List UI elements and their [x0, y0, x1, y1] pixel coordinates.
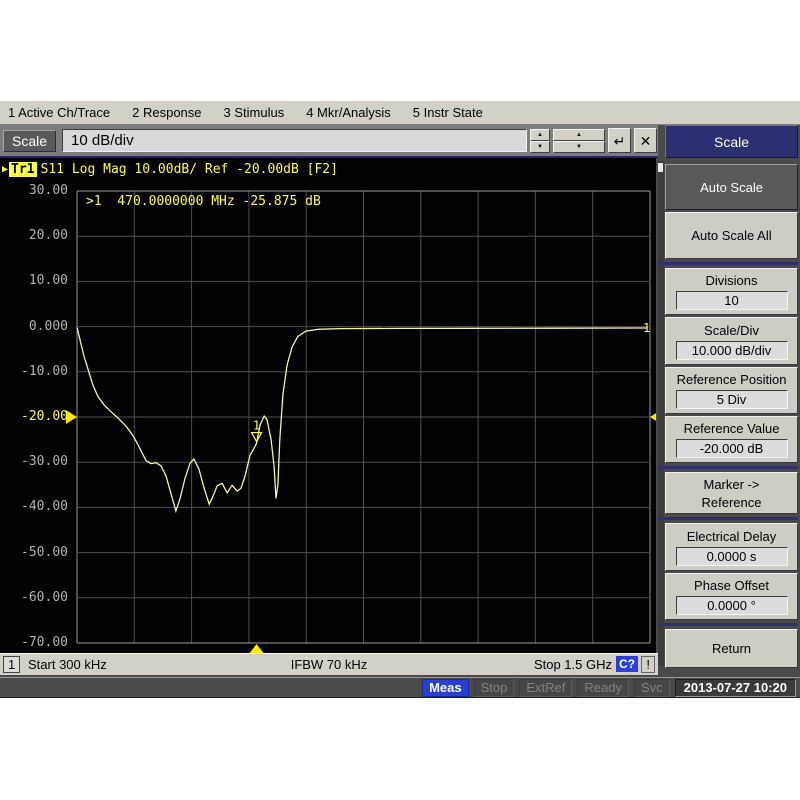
menu-response[interactable]: 2 Response	[132, 105, 201, 120]
menu-mkr-analysis[interactable]: 4 Mkr/Analysis	[306, 105, 391, 120]
softkey-menu-title: Scale	[665, 125, 798, 158]
softkey-marker-to-reference-line1: Marker ->	[703, 476, 760, 492]
softkey-electrical-delay-value: 0.0000 s	[675, 546, 788, 566]
softkey-scroll-thumb[interactable]	[658, 163, 663, 172]
menu-stimulus[interactable]: 3 Stimulus	[224, 105, 285, 120]
status-meas: Meas	[422, 678, 469, 697]
softkey-return[interactable]: Return	[665, 629, 798, 668]
trace-info-line: ▶ Tr1 S11 Log Mag 10.00dB/ Ref -20.00dB …	[2, 162, 338, 177]
graph-area: 11 ▶ Tr1 S11 Log Mag 10.00dB/ Ref -20.00…	[0, 158, 656, 653]
softkey-phase-offset-label: Phase Offset	[694, 578, 769, 593]
softkey-phase-offset[interactable]: Phase Offset 0.0000 °	[665, 573, 798, 620]
y-axis-tick-label: 10.00	[28, 273, 68, 289]
menu-instr-state[interactable]: 5 Instr State	[413, 105, 483, 120]
s11-trace	[76, 327, 648, 514]
stop-frequency-label: Stop 1.5 GHz	[533, 657, 612, 672]
softkey-reference-value-label: Reference Value	[683, 421, 780, 436]
softkey-separator	[658, 517, 798, 520]
status-ready: Ready	[577, 678, 629, 697]
softkey-reference-position[interactable]: Reference Position 5 Div	[665, 367, 798, 414]
small-spinner-up-icon[interactable]: ▲	[530, 128, 550, 141]
softkey-auto-scale-all[interactable]: Auto Scale All	[665, 212, 798, 259]
y-axis-tick-label: -30.00	[21, 454, 68, 470]
small-spinner-down-icon[interactable]: ▼	[530, 140, 550, 153]
softkey-reference-value-value: -20.000 dB	[675, 439, 788, 458]
softkey-scale-div-label: Scale/Div	[704, 322, 759, 338]
channel-status-bar: 1 Start 300 kHz IFBW 70 kHz Stop 1.5 GHz…	[0, 653, 658, 675]
trace1-badge[interactable]: Tr1	[9, 162, 37, 177]
active-trace-arrow-icon: ▶	[2, 164, 9, 175]
softkey-auto-scale[interactable]: Auto Scale	[665, 164, 798, 210]
softkey-reference-position-label: Reference Position	[676, 372, 787, 387]
softkey-column: Scale Auto Scale Auto Scale All Division…	[658, 125, 798, 668]
y-axis-tick-label: -10.00	[21, 363, 68, 379]
reference-level-right-triangle-icon[interactable]	[650, 410, 656, 424]
y-axis-tick-label: -50.00	[21, 544, 68, 560]
y-axis-tick-label: 20.00	[28, 228, 68, 244]
softkey-marker-to-reference-line2: Reference	[701, 494, 762, 510]
s11-chart: 11	[66, 190, 656, 653]
softkey-scale-div-value: 10.000 dB/div	[675, 340, 788, 360]
scale-toolbar: Scale 10 dB/div ▲ ▼ ▲ ▼ ↵ ✕	[0, 125, 660, 158]
menu-active-ch-trace[interactable]: 1 Active Ch/Trace	[8, 105, 110, 120]
start-frequency-label: Start 300 kHz	[28, 657, 107, 672]
softkey-separator	[658, 623, 798, 626]
marker1-readout: >1 470.0000000 MHz -25.875 dB	[86, 194, 321, 209]
large-spinner: ▲ ▼	[553, 128, 605, 153]
correction-badge: C?	[616, 656, 638, 672]
softkey-separator	[658, 262, 798, 265]
softkey-reference-position-value: 5 Div	[675, 390, 788, 409]
softkey-separator	[658, 466, 798, 469]
channel-number-badge: 1	[3, 656, 21, 673]
marker1-number: 1	[253, 419, 260, 433]
y-axis-tick-label: 30.00	[28, 183, 68, 198]
softkey-marker-to-reference[interactable]: Marker -> Reference	[665, 472, 798, 514]
y-axis-tick-label: -20.00	[21, 409, 68, 424]
instrument-status-bar: Meas Stop ExtRef Ready Svc 2013-07-27 10…	[0, 677, 800, 698]
status-svc: Svc	[633, 678, 670, 697]
status-stop: Stop	[473, 678, 515, 697]
scale-value-entry[interactable]: 10 dB/div	[62, 129, 527, 152]
large-spinner-up-icon[interactable]: ▲	[553, 128, 605, 141]
softkey-reference-value[interactable]: Reference Value -20.000 dB	[665, 416, 798, 463]
softkey-divisions-value: 10	[675, 291, 788, 310]
enter-icon[interactable]: ↵	[608, 128, 631, 153]
softkey-phase-offset-value: 0.0000 °	[675, 596, 788, 615]
softkey-electrical-delay-label: Electrical Delay	[686, 528, 777, 544]
instrument-screen: 1 Active Ch/Trace 2 Response 3 Stimulus …	[0, 100, 800, 698]
small-spinner: ▲ ▼	[530, 128, 550, 153]
softkey-divisions[interactable]: Divisions 10	[665, 268, 798, 315]
status-extref: ExtRef	[519, 678, 573, 697]
toolbar-scale-label: Scale	[3, 129, 57, 152]
ifbw-label: IFBW 70 kHz	[290, 657, 368, 672]
softkey-sidebar: Scale Auto Scale Auto Scale All Division…	[658, 125, 800, 677]
status-clock: 2013-07-27 10:20	[674, 678, 796, 697]
softkey-electrical-delay[interactable]: Electrical Delay 0.0000 s	[665, 523, 798, 571]
menu-bar: 1 Active Ch/Trace 2 Response 3 Stimulus …	[0, 100, 800, 125]
softkey-divisions-label: Divisions	[705, 273, 758, 288]
softkey-scrollbar[interactable]	[658, 161, 664, 666]
softkey-scale-div[interactable]: Scale/Div 10.000 dB/div	[665, 317, 798, 365]
y-axis-tick-label: -60.00	[21, 589, 68, 605]
large-spinner-down-icon[interactable]: ▼	[553, 140, 605, 153]
close-icon[interactable]: ✕	[634, 128, 657, 153]
warning-badge: !	[641, 656, 655, 673]
marker-stimulus-triangle-icon[interactable]	[249, 644, 264, 653]
y-axis-tick-label: -70.00	[21, 635, 68, 650]
trace-end-number: 1	[643, 321, 650, 335]
y-axis-tick-label: 0.000	[28, 318, 68, 334]
trace1-format-text: S11 Log Mag 10.00dB/ Ref -20.00dB [F2]	[40, 162, 338, 177]
y-axis-tick-label: -40.00	[21, 499, 68, 515]
